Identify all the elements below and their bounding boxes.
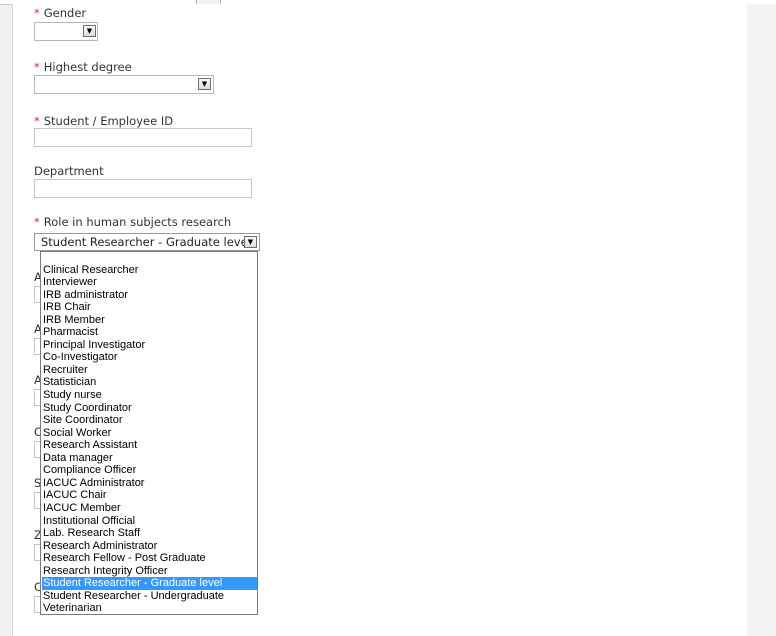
dropdown-option[interactable]: Compliance Officer <box>42 464 257 477</box>
highest-degree-label: * Highest degree <box>34 60 132 74</box>
dropdown-option[interactable]: IRB Chair <box>42 301 257 314</box>
role-dropdown-list[interactable]: Clinical Researcher Interviewer IRB admini… <box>40 251 258 615</box>
dropdown-option[interactable]: Recruiter <box>42 364 257 377</box>
gender-select[interactable]: ▼ <box>34 22 98 41</box>
highest-degree-select[interactable]: ▼ <box>34 75 214 94</box>
dropdown-option[interactable]: Research Assistant <box>42 439 257 452</box>
gender-label: * Gender <box>34 6 86 20</box>
dropdown-option[interactable]: Student Researcher - Graduate level <box>42 577 257 590</box>
chevron-down-icon[interactable]: ▼ <box>198 78 211 90</box>
dropdown-option[interactable]: Institutional Official <box>42 515 257 528</box>
required-marker: * <box>34 60 40 74</box>
dropdown-option[interactable]: Interviewer <box>42 276 257 289</box>
dropdown-option[interactable]: IRB Member <box>42 314 257 327</box>
dropdown-option[interactable]: Statistician <box>42 376 257 389</box>
required-marker: * <box>34 215 40 229</box>
chevron-down-icon[interactable]: ▼ <box>83 25 96 37</box>
department-label: Department <box>34 164 104 178</box>
dropdown-option[interactable]: Veterinarian <box>42 602 257 614</box>
dropdown-option[interactable]: Data manager <box>42 452 257 465</box>
dropdown-option[interactable]: Research Fellow - Post Graduate <box>42 552 257 565</box>
role-label: * Role in human subjects research <box>34 215 231 229</box>
highest-degree-label-text: Highest degree <box>43 60 132 74</box>
dropdown-option[interactable]: Site Coordinator <box>42 414 257 427</box>
student-id-label: * Student / Employee ID <box>34 114 173 128</box>
dropdown-option[interactable]: IRB administrator <box>42 289 257 302</box>
department-input[interactable] <box>34 179 252 198</box>
dropdown-option[interactable]: Clinical Researcher <box>42 264 257 277</box>
dropdown-option[interactable]: Pharmacist <box>42 326 257 339</box>
student-id-label-text: Student / Employee ID <box>43 114 174 128</box>
dropdown-option[interactable]: Social Worker <box>42 427 257 440</box>
dropdown-option[interactable]: IACUC Administrator <box>42 477 257 490</box>
gender-label-text: Gender <box>43 6 87 20</box>
required-marker: * <box>34 6 40 20</box>
dropdown-option[interactable]: Principal Investigator <box>42 339 257 352</box>
dropdown-option[interactable]: Research Integrity Officer <box>42 565 257 578</box>
dropdown-option[interactable]: Co-Investigator <box>42 351 257 364</box>
dropdown-option[interactable]: Lab. Research Staff <box>42 527 257 540</box>
right-margin <box>747 4 776 636</box>
required-marker: * <box>34 114 40 128</box>
dropdown-option[interactable]: Study Coordinator <box>42 402 257 415</box>
dropdown-option[interactable]: Study nurse <box>42 389 257 402</box>
dropdown-option[interactable]: IACUC Chair <box>42 489 257 502</box>
role-label-text: Role in human subjects research <box>43 215 232 229</box>
chevron-down-icon[interactable]: ▼ <box>244 236 257 248</box>
dropdown-option[interactable]: Research Administrator <box>42 540 257 553</box>
student-id-input[interactable] <box>34 128 252 147</box>
dropdown-option[interactable]: Student Researcher - Undergraduate <box>42 590 257 603</box>
role-select-value: Student Researcher - Graduate level <box>41 235 251 249</box>
role-select[interactable]: Student Researcher - Graduate level ▼ <box>34 233 260 251</box>
dropdown-option[interactable]: IACUC Member <box>42 502 257 515</box>
